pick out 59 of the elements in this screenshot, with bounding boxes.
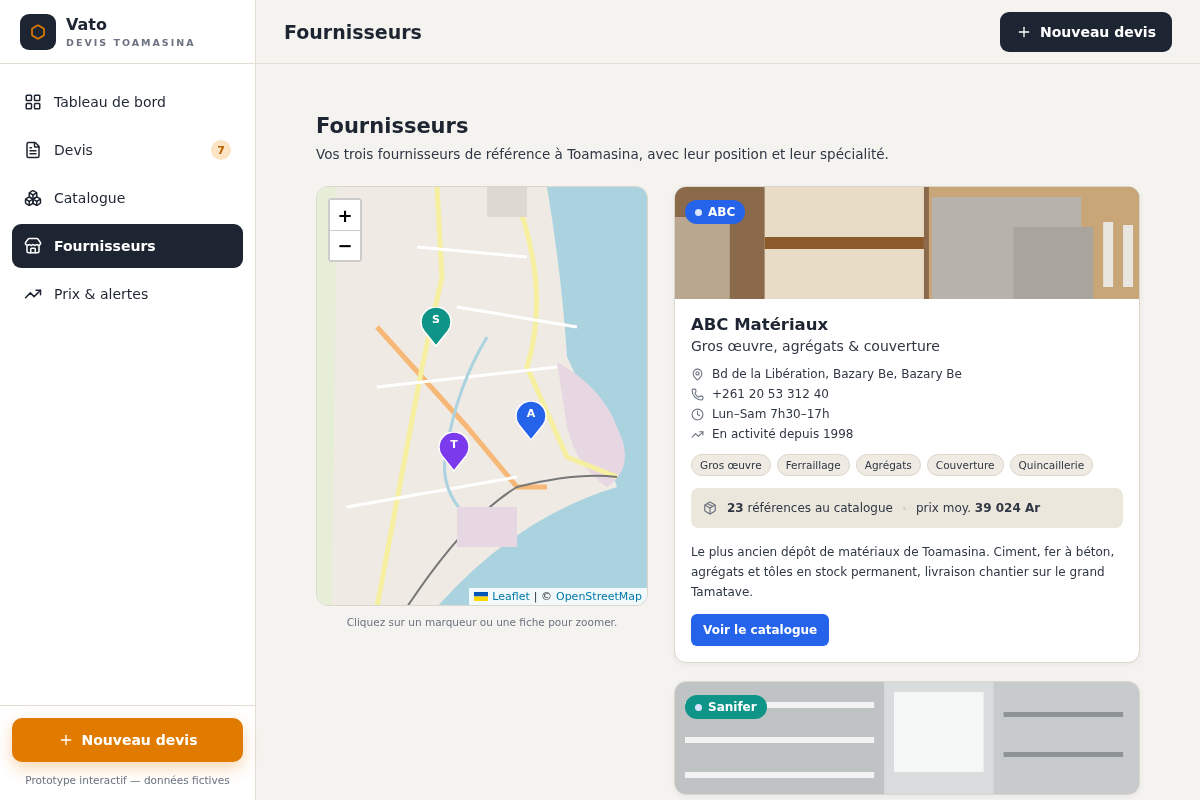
nav-item[interactable]: Tableau de bord [12,80,243,124]
osm-link[interactable]: OpenStreetMap [555,590,642,603]
marker-letter: A [525,407,537,420]
zoom-out-button[interactable]: − [330,230,360,260]
nav-item[interactable]: Prix & alertes [12,272,243,316]
supplier-card[interactable]: Sanifer [674,681,1140,795]
nav-label: Tableau de bord [54,94,167,110]
supplier-badge: Sanifer [685,695,767,719]
count-badge: 7 [211,140,231,160]
supplier-card[interactable] [674,186,1140,663]
supplier-badge: ABC [685,200,746,224]
category-tag: Quincaillerie [1009,454,1094,476]
leaflet-link[interactable]: Leaflet [492,590,530,603]
grid-icon [24,93,42,111]
brand-subtitle: DEVIS TOAMASINA [66,37,196,48]
page-title: Fournisseurs [316,114,470,138]
attribution-text: | © [533,590,552,603]
package-icon [703,501,717,515]
detail-text: Bd de la Libération, Bazary Be, Bazary Be [712,367,962,381]
nav-label: Catalogue [54,190,127,206]
header-title: Fournisseurs [284,20,422,43]
boxes-icon [24,189,42,207]
category-tag: Ferraillage [776,454,850,476]
marker-letter: T [449,438,459,451]
map[interactable]: S A T + − Leaflet | © OpenStreetMap [316,186,648,606]
category-tag: Gros œuvre [691,454,771,476]
marker-letter: S [431,313,441,326]
nav-item[interactable]: Catalogue [12,176,243,220]
supplier-description: Le plus ancien dépôt de matériaux de Toamasina. Ciment, fer à béton, agrégats et tôles en stock permanent, livraison chantier sur le grand Tamatave. [691,544,1116,601]
clock-icon [691,407,704,421]
nav-item[interactable]: Fournisseurs [12,224,243,268]
document-icon [24,141,42,159]
detail-text: Lun–Sam 7h30–17h [712,407,830,421]
map-marker[interactable] [438,432,470,472]
supplier-specialty: Gros œuvre, agrégats & couverture [691,338,941,354]
references-count: 23 références au catalogue [727,501,893,515]
nav-item[interactable]: Devis 7 [12,128,243,172]
detail-text: En activité depuis 1998 [712,427,854,441]
map-marker[interactable] [515,401,547,441]
nav-label: Fournisseurs [54,238,157,254]
nav-label: Prix & alertes [54,286,150,302]
supplier-name: ABC Matériaux [691,315,830,334]
catalogue-button[interactable]: Voir le catalogue [691,614,830,646]
nav-label: Devis [54,142,94,158]
new-quote-button[interactable]: Nouveau devis [1000,11,1172,52]
map-caption: Cliquez sur un marqueur ou une fiche pour zoomer. [346,616,618,628]
flag-icon [474,592,489,601]
footer-note: Prototype interactif — données fictives [25,774,230,786]
average-price: prix moy. 39 024 Ar [915,501,1041,515]
detail-text: +261 20 53 312 40 [712,387,829,401]
location-icon [691,367,704,381]
category-tag: Couverture [926,454,1004,476]
brand-name: Vato [66,15,108,34]
store-icon [24,237,42,255]
phone-icon [691,387,704,401]
logo [20,13,56,50]
map-marker[interactable] [420,307,452,347]
category-tag: Agrégats [855,454,921,476]
page-subtitle: Vos trois fournisseurs de référence à Toamasina, avec leur position et leur spécialité. [316,146,890,162]
